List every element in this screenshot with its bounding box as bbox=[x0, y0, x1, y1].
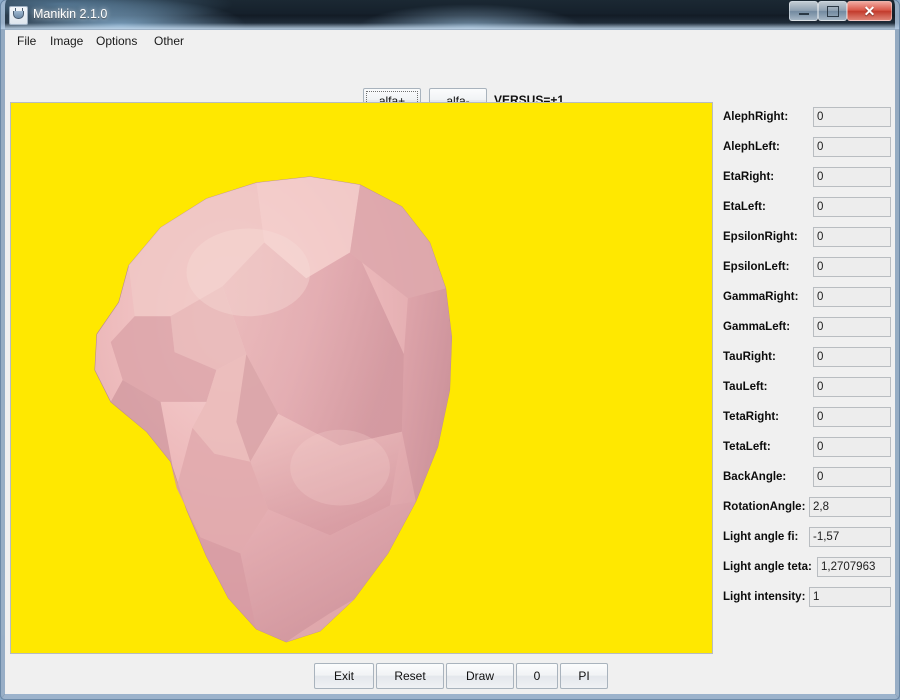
param-field-light-angle-teta[interactable]: 1,2707963 bbox=[817, 557, 891, 577]
param-label-tauleft: TauLeft: bbox=[723, 372, 768, 402]
param-row: EpsilonRight: 0 bbox=[713, 222, 895, 252]
param-row: TetaRight: 0 bbox=[713, 402, 895, 432]
param-field-tetaleft[interactable]: 0 bbox=[813, 437, 891, 457]
pi-button[interactable]: PI bbox=[560, 663, 608, 689]
param-label-tetaright: TetaRight: bbox=[723, 402, 779, 432]
top-toolbar bbox=[5, 53, 895, 90]
render-canvas[interactable] bbox=[10, 102, 713, 654]
draw-label: Draw bbox=[466, 669, 494, 683]
menu-bar: File Image Options Other bbox=[5, 30, 895, 54]
parameter-panel: AlephRight: 0 AlephLeft: 0 EtaRight: 0 E… bbox=[713, 102, 895, 654]
application-window: Manikin 2.1.0 ✕ File Image Options Other… bbox=[0, 0, 900, 700]
param-label-etaleft: EtaLeft: bbox=[723, 192, 766, 222]
param-label-etaright: EtaRight: bbox=[723, 162, 774, 192]
param-row: GammaRight: 0 bbox=[713, 282, 895, 312]
param-field-tauright[interactable]: 0 bbox=[813, 347, 891, 367]
param-field-backangle[interactable]: 0 bbox=[813, 467, 891, 487]
param-label-alephleft: AlephLeft: bbox=[723, 132, 780, 162]
java-cup-icon bbox=[9, 6, 28, 25]
param-label-epsilonleft: EpsilonLeft: bbox=[723, 252, 789, 282]
param-label-epsilonright: EpsilonRight: bbox=[723, 222, 798, 252]
param-label-backangle: BackAngle: bbox=[723, 462, 786, 492]
close-icon: ✕ bbox=[848, 2, 891, 20]
pi-label: PI bbox=[578, 669, 589, 683]
param-row: AlephLeft: 0 bbox=[713, 132, 895, 162]
exit-label: Exit bbox=[334, 669, 354, 683]
param-label-light-angle-teta: Light angle teta: bbox=[723, 552, 812, 582]
draw-button[interactable]: Draw bbox=[446, 663, 514, 689]
reset-button[interactable]: Reset bbox=[376, 663, 444, 689]
reset-label: Reset bbox=[394, 669, 425, 683]
param-field-etaleft[interactable]: 0 bbox=[813, 197, 891, 217]
manikin-head-mesh bbox=[11, 103, 712, 653]
param-row: TauRight: 0 bbox=[713, 342, 895, 372]
param-field-light-angle-fi[interactable]: -1,57 bbox=[809, 527, 891, 547]
param-field-epsilonright[interactable]: 0 bbox=[813, 227, 891, 247]
param-field-tetaright[interactable]: 0 bbox=[813, 407, 891, 427]
zero-button[interactable]: 0 bbox=[516, 663, 558, 689]
param-row: AlephRight: 0 bbox=[713, 102, 895, 132]
param-field-alephleft[interactable]: 0 bbox=[813, 137, 891, 157]
menu-item-options[interactable]: Options bbox=[91, 33, 142, 50]
param-field-tauleft[interactable]: 0 bbox=[813, 377, 891, 397]
param-row: EtaRight: 0 bbox=[713, 162, 895, 192]
client-area: File Image Options Other alfa+ alfa- VER… bbox=[5, 29, 895, 694]
param-label-tauright: TauRight: bbox=[723, 342, 776, 372]
param-field-rotationangle[interactable]: 2,8 bbox=[809, 497, 891, 517]
param-label-rotationangle: RotationAngle: bbox=[723, 492, 805, 522]
title-bar[interactable]: Manikin 2.1.0 ✕ bbox=[0, 0, 900, 29]
param-row: Light intensity: 1 bbox=[713, 582, 895, 612]
maximize-icon bbox=[819, 2, 846, 20]
param-row: TetaLeft: 0 bbox=[713, 432, 895, 462]
menu-item-file[interactable]: File bbox=[12, 33, 41, 50]
param-row: BackAngle: 0 bbox=[713, 462, 895, 492]
param-label-tetaleft: TetaLeft: bbox=[723, 432, 771, 462]
close-button[interactable]: ✕ bbox=[847, 1, 892, 21]
maximize-button[interactable] bbox=[818, 1, 847, 21]
param-row: RotationAngle: 2,8 bbox=[713, 492, 895, 522]
zero-label: 0 bbox=[534, 669, 541, 683]
menu-item-other[interactable]: Other bbox=[149, 33, 189, 50]
window-title: Manikin 2.1.0 bbox=[33, 0, 107, 29]
param-label-light-angle-fi: Light angle fi: bbox=[723, 522, 798, 552]
param-label-alephright: AlephRight: bbox=[723, 102, 788, 132]
param-label-gammaleft: GammaLeft: bbox=[723, 312, 790, 342]
param-row: EtaLeft: 0 bbox=[713, 192, 895, 222]
param-row: EpsilonLeft: 0 bbox=[713, 252, 895, 282]
minimize-icon bbox=[790, 2, 817, 20]
param-field-gammaright[interactable]: 0 bbox=[813, 287, 891, 307]
param-row: Light angle fi: -1,57 bbox=[713, 522, 895, 552]
param-row: GammaLeft: 0 bbox=[713, 312, 895, 342]
param-field-etaright[interactable]: 0 bbox=[813, 167, 891, 187]
param-field-gammaleft[interactable]: 0 bbox=[813, 317, 891, 337]
minimize-button[interactable] bbox=[789, 1, 818, 21]
param-field-light-intensity[interactable]: 1 bbox=[809, 587, 891, 607]
exit-button[interactable]: Exit bbox=[314, 663, 374, 689]
menu-item-image[interactable]: Image bbox=[45, 33, 88, 50]
param-label-light-intensity: Light intensity: bbox=[723, 582, 805, 612]
param-field-epsilonleft[interactable]: 0 bbox=[813, 257, 891, 277]
param-row: TauLeft: 0 bbox=[713, 372, 895, 402]
param-label-gammaright: GammaRight: bbox=[723, 282, 798, 312]
param-row: Light angle teta: 1,2707963 bbox=[713, 552, 895, 582]
param-field-alephright[interactable]: 0 bbox=[813, 107, 891, 127]
